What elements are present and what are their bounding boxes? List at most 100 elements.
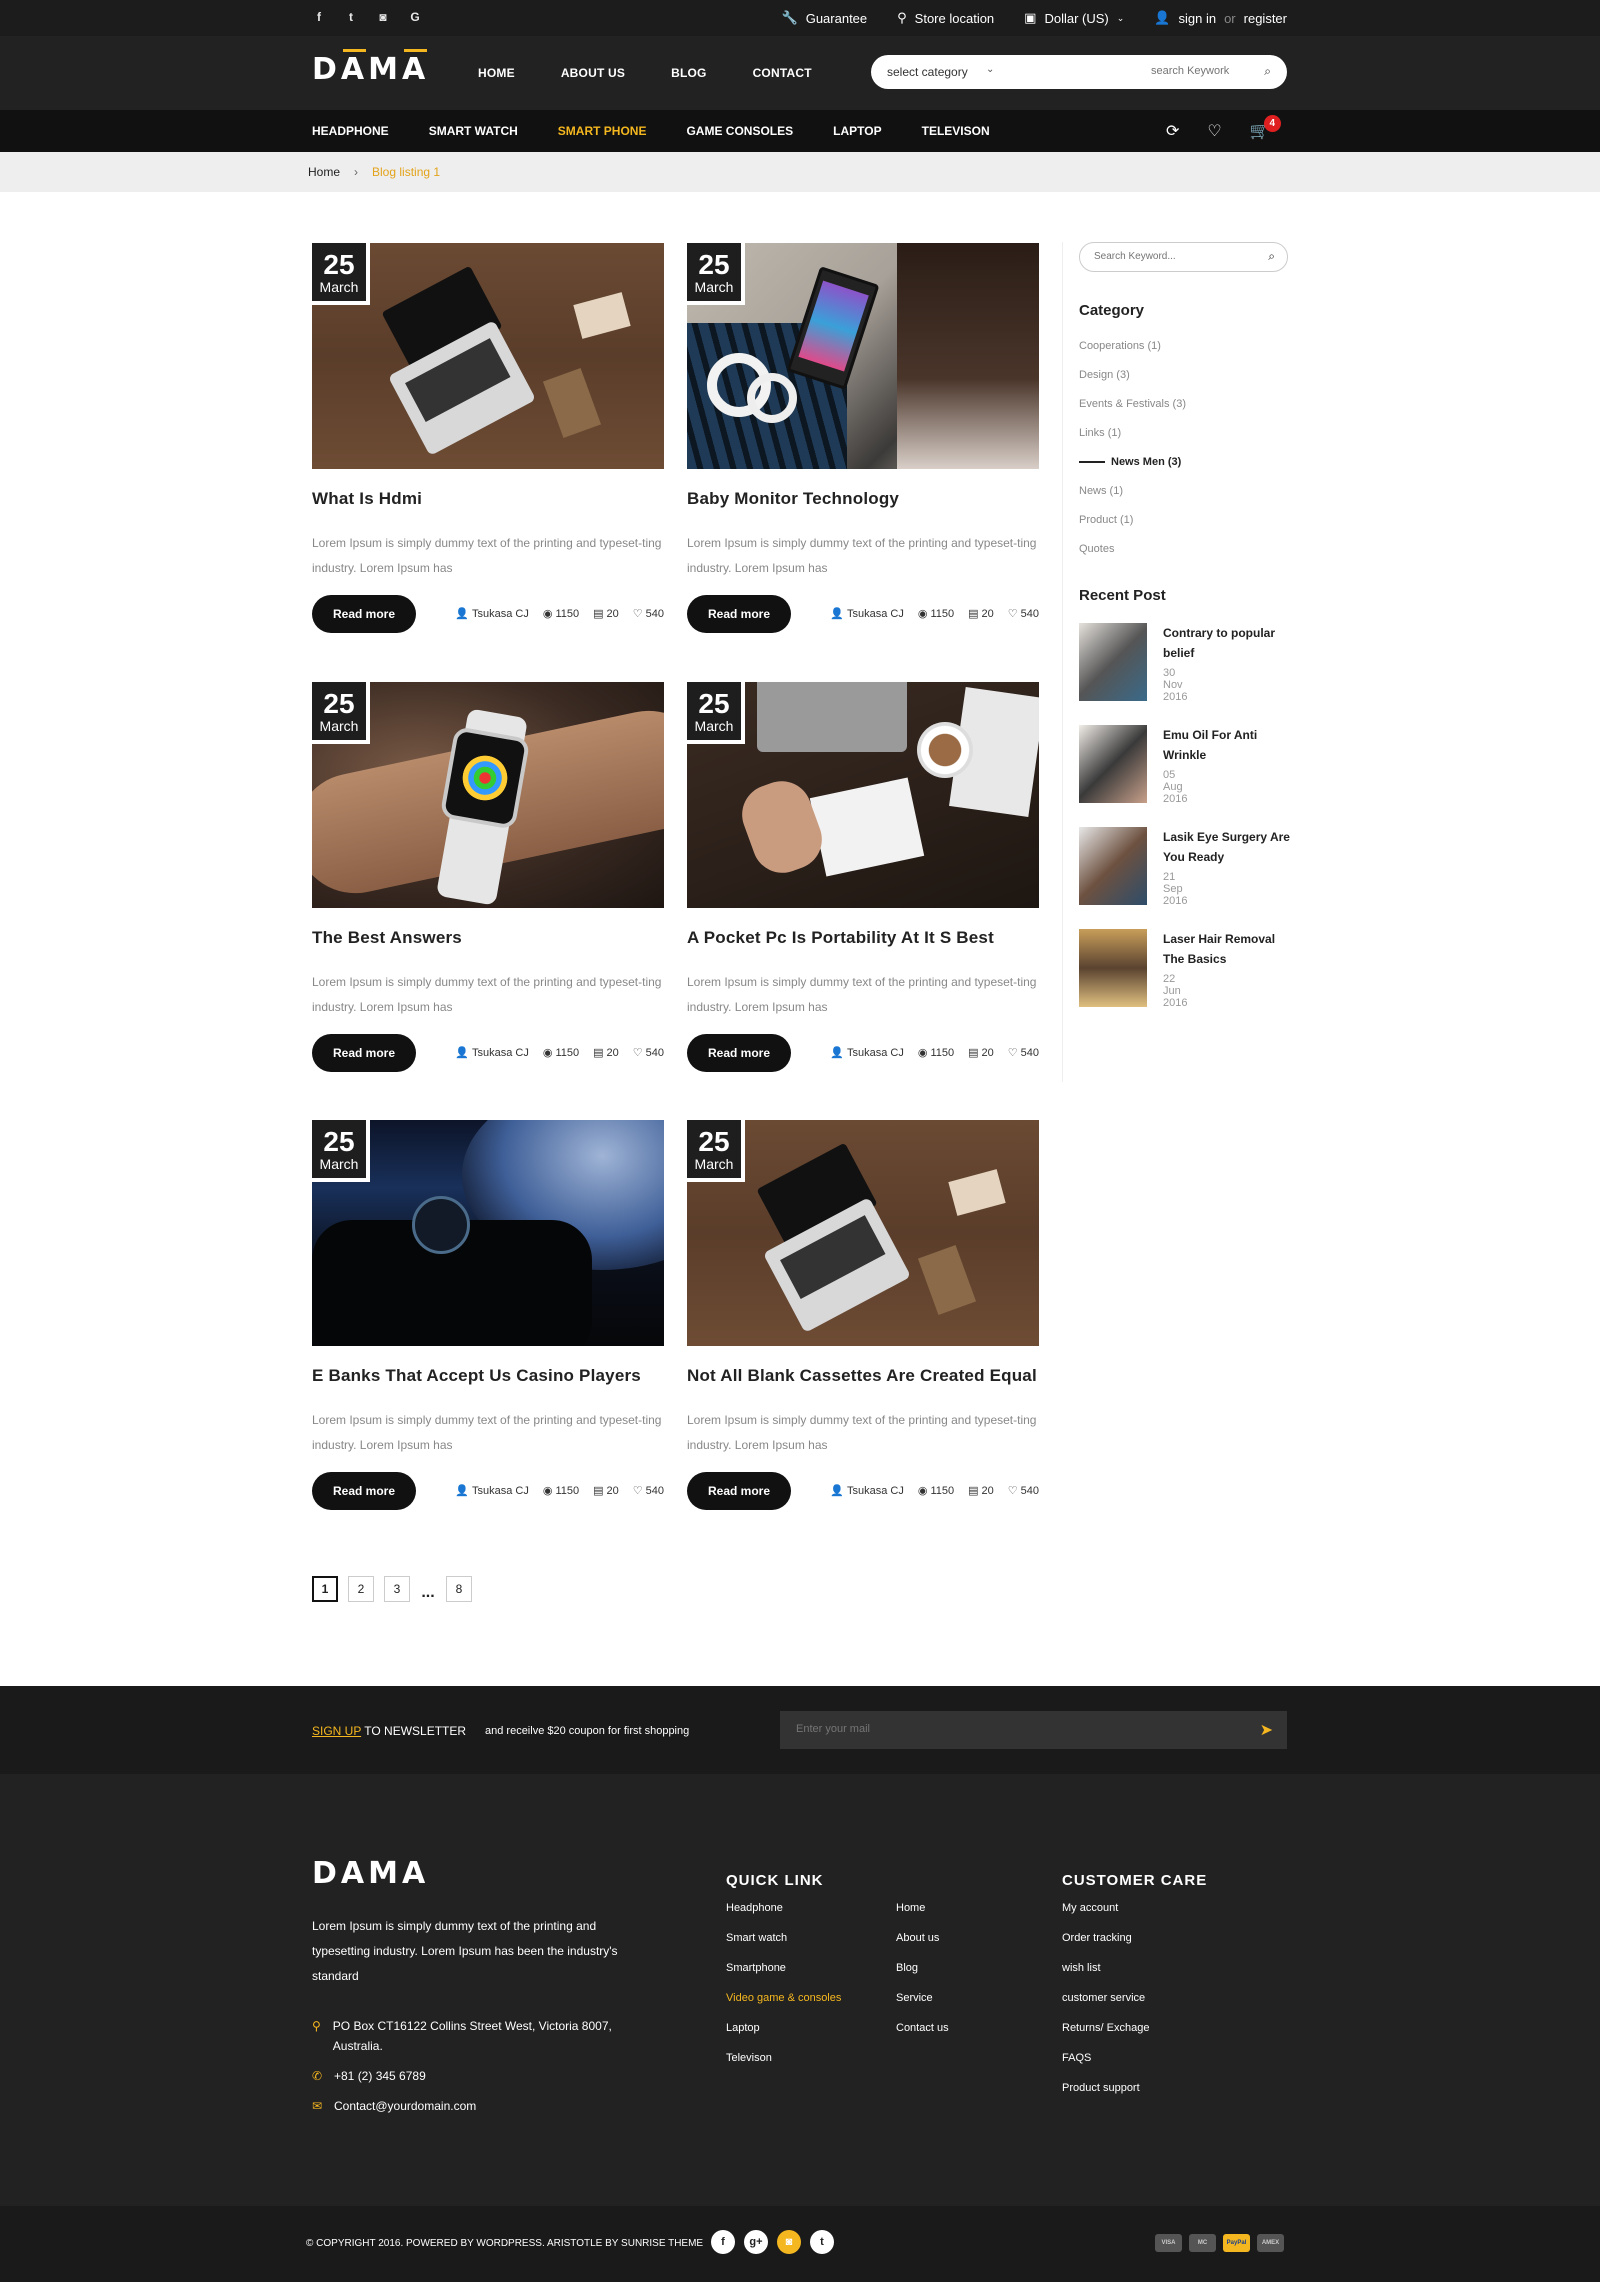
- sign-in-link[interactable]: sign in: [1179, 11, 1217, 26]
- category-smart-watch[interactable]: SMART WATCH: [429, 124, 518, 138]
- post-image[interactable]: 25 March: [312, 243, 664, 469]
- footer-logo[interactable]: DAMA: [312, 1856, 429, 1891]
- recent-post-thumbnail[interactable]: [1079, 623, 1147, 701]
- register-link[interactable]: register: [1244, 11, 1287, 26]
- currency-select[interactable]: ▣ Dollar (US) ⌄: [1024, 10, 1124, 26]
- facebook-icon[interactable]: f: [312, 10, 326, 24]
- recent-post-title[interactable]: Contrary to popular belief: [1163, 623, 1293, 663]
- google-plus-icon[interactable]: g+: [744, 2230, 768, 2254]
- cart-button[interactable]: 🛒 4: [1250, 115, 1281, 141]
- footer-link[interactable]: About us: [896, 1932, 949, 1962]
- sidebar-search-input[interactable]: [1094, 251, 1244, 262]
- recent-post-title[interactable]: Laser Hair Removal The Basics: [1163, 929, 1293, 969]
- search-input[interactable]: [1151, 65, 1251, 77]
- footer-link[interactable]: Product support: [1062, 2082, 1149, 2112]
- footer-link[interactable]: Home: [896, 1902, 949, 1932]
- instagram-icon[interactable]: ◙: [376, 10, 390, 24]
- read-more-button[interactable]: Read more: [687, 1034, 791, 1072]
- category-link[interactable]: Design (3): [1079, 369, 1186, 398]
- category-link[interactable]: Events & Festivals (3): [1079, 398, 1186, 427]
- footer-link[interactable]: Returns/ Exchage: [1062, 2022, 1149, 2052]
- category-link[interactable]: Product (1): [1079, 514, 1186, 543]
- read-more-button[interactable]: Read more: [312, 595, 416, 633]
- search-icon[interactable]: ⌕: [1268, 249, 1275, 264]
- nav-about-us[interactable]: ABOUT US: [561, 66, 625, 80]
- recent-post-thumbnail[interactable]: [1079, 827, 1147, 905]
- newsletter-email-input[interactable]: [796, 1723, 1196, 1735]
- post-title[interactable]: The Best Answers: [312, 928, 664, 948]
- footer-link[interactable]: Service: [896, 1992, 949, 2022]
- category-game-consoles[interactable]: GAME CONSOLES: [686, 124, 793, 138]
- search-icon[interactable]: ⌕: [1264, 64, 1271, 79]
- post-image[interactable]: 25 March: [687, 243, 1039, 469]
- post-title[interactable]: A Pocket Pc Is Portability At It S Best: [687, 928, 1039, 948]
- facebook-icon[interactable]: f: [711, 2230, 735, 2254]
- post-title[interactable]: What Is Hdmi: [312, 489, 664, 509]
- footer-link[interactable]: Smartphone: [726, 1962, 841, 1992]
- compare-icon[interactable]: ⟳: [1166, 121, 1179, 141]
- read-more-button[interactable]: Read more: [312, 1472, 416, 1510]
- footer-link[interactable]: FAQS: [1062, 2052, 1149, 2082]
- post-image[interactable]: 25 March: [312, 682, 664, 908]
- read-more-button[interactable]: Read more: [687, 1472, 791, 1510]
- footer-link[interactable]: My account: [1062, 1902, 1149, 1932]
- sign-up-link[interactable]: SIGN UP: [312, 1724, 361, 1738]
- read-more-button[interactable]: Read more: [312, 1034, 416, 1072]
- page-last[interactable]: 8: [446, 1576, 472, 1602]
- twitter-icon[interactable]: t: [344, 10, 358, 24]
- post-title[interactable]: Not All Blank Cassettes Are Created Equa…: [687, 1366, 1039, 1386]
- category-link[interactable]: Links (1): [1079, 427, 1186, 456]
- footer-link[interactable]: Smart watch: [726, 1932, 841, 1962]
- category-link[interactable]: News (1): [1079, 485, 1186, 514]
- page-2[interactable]: 2: [348, 1576, 374, 1602]
- recent-post-thumbnail[interactable]: [1079, 929, 1147, 1007]
- site-logo[interactable]: DAMA: [312, 49, 429, 87]
- category-link-active[interactable]: News Men (3): [1079, 456, 1186, 485]
- post-image[interactable]: 25 March: [312, 1120, 664, 1346]
- post-title[interactable]: E Banks That Accept Us Casino Players: [312, 1366, 664, 1386]
- footer-email[interactable]: Contact@yourdomain.com: [334, 2096, 476, 2116]
- category-headphone[interactable]: HEADPHONE: [312, 124, 389, 138]
- footer-link[interactable]: wish list: [1062, 1962, 1149, 1992]
- breadcrumb: Home › Blog listing 1: [0, 152, 1600, 192]
- category-smart-phone[interactable]: SMART PHONE: [558, 124, 647, 138]
- footer-phone[interactable]: +81 (2) 345 6789: [334, 2066, 426, 2086]
- page-3[interactable]: 3: [384, 1576, 410, 1602]
- read-more-button[interactable]: Read more: [687, 595, 791, 633]
- category-link[interactable]: Quotes: [1079, 543, 1186, 572]
- post-image[interactable]: 25 March: [687, 682, 1039, 908]
- google-icon[interactable]: G: [408, 10, 422, 24]
- page-1[interactable]: 1: [312, 1576, 338, 1602]
- store-location-link[interactable]: ⚲ Store location: [897, 10, 994, 26]
- instagram-icon[interactable]: ◙: [777, 2230, 801, 2254]
- twitter-icon[interactable]: t: [810, 2230, 834, 2254]
- footer-link[interactable]: Blog: [896, 1962, 949, 1992]
- category-select[interactable]: select category: [887, 65, 968, 79]
- nav-contact[interactable]: CONTACT: [753, 66, 812, 80]
- guarantee-link[interactable]: 🔧 Guarantee: [782, 10, 868, 26]
- category-link[interactable]: Cooperations (1): [1079, 340, 1186, 369]
- post-image[interactable]: 25 March: [687, 1120, 1039, 1346]
- nav-blog[interactable]: BLOG: [671, 66, 706, 80]
- post-meta: 👤 Tsukasa CJ ◉ 1150 ▤ 20 ♡ 540: [830, 607, 1039, 621]
- footer-link-active[interactable]: Video game & consoles: [726, 1992, 841, 2022]
- recent-post-title[interactable]: Lasik Eye Surgery Are You Ready: [1163, 827, 1293, 867]
- breadcrumb-home[interactable]: Home: [308, 165, 340, 179]
- post-title[interactable]: Baby Monitor Technology: [687, 489, 1039, 509]
- recent-post-title[interactable]: Emu Oil For Anti Wrinkle: [1163, 725, 1293, 765]
- send-icon[interactable]: ➤: [1260, 1720, 1273, 1740]
- nav-home[interactable]: HOME: [478, 66, 515, 80]
- footer-link[interactable]: Laptop: [726, 2022, 841, 2052]
- chevron-down-icon[interactable]: ⌄: [986, 64, 994, 75]
- footer-link[interactable]: Contact us: [896, 2022, 949, 2052]
- category-laptop[interactable]: LAPTOP: [833, 124, 881, 138]
- footer-link[interactable]: Order tracking: [1062, 1932, 1149, 1962]
- recent-post-thumbnail[interactable]: [1079, 725, 1147, 803]
- bottom-bar: © COPYRIGHT 2016. POWERED BY WORDPRESS. …: [0, 2206, 1600, 2282]
- footer-link[interactable]: customer service: [1062, 1992, 1149, 2022]
- category-televison[interactable]: TELEVISON: [922, 124, 990, 138]
- comment-icon: ▤: [593, 1485, 604, 1497]
- footer-link[interactable]: Headphone: [726, 1902, 841, 1932]
- heart-icon[interactable]: ♡: [1207, 121, 1221, 141]
- footer-link[interactable]: Televison: [726, 2052, 841, 2082]
